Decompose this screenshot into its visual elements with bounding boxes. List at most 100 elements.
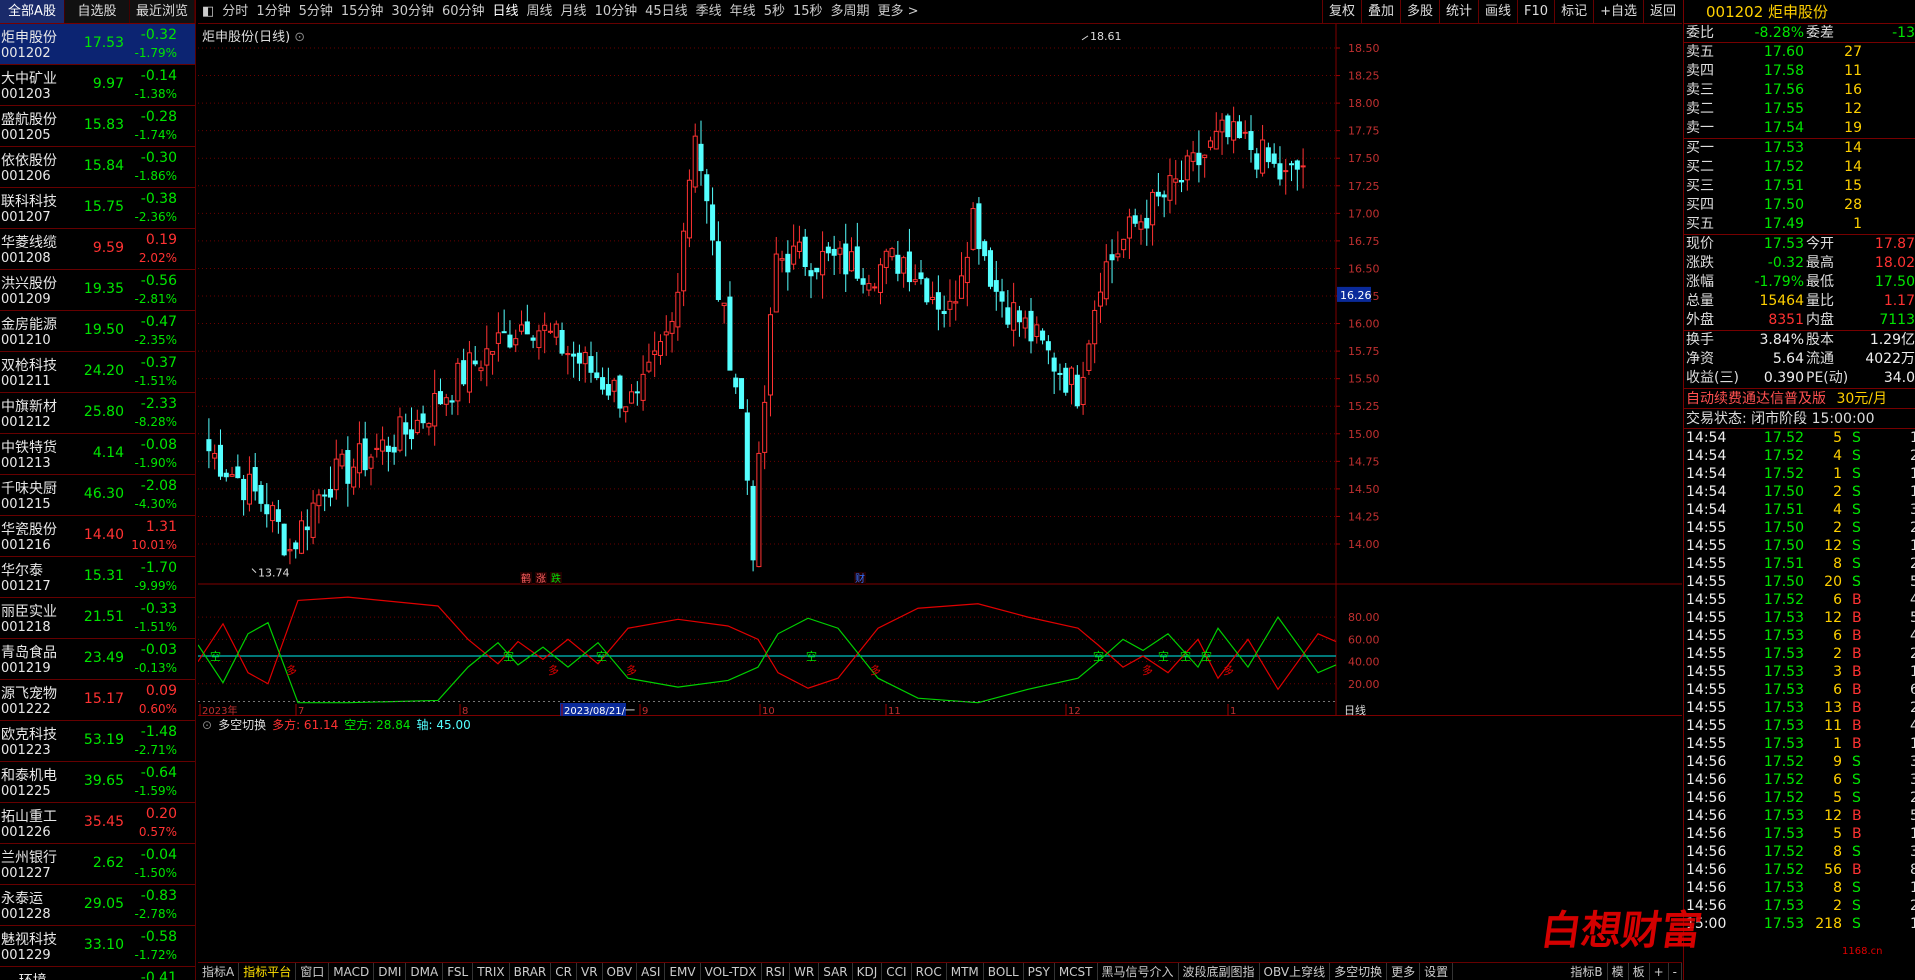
indicator-tab-21[interactable]: MTM <box>947 962 984 980</box>
toolbar-action-4[interactable]: 画线 <box>1478 0 1517 24</box>
tab-recent[interactable]: 最近浏览 <box>130 0 195 23</box>
indicator-tab-23[interactable]: PSY <box>1024 962 1055 980</box>
indicator-tab-6[interactable]: FSL <box>443 962 474 980</box>
stock-row[interactable]: 欧克科技 001223 53.19 -1.48 -2.71% <box>0 721 195 762</box>
period-11[interactable]: 季线 <box>692 0 726 24</box>
stock-row[interactable]: 双枪科技 001211 24.20 -0.37 -1.51% <box>0 352 195 393</box>
period-13[interactable]: 5秒 <box>760 0 789 24</box>
indicator-tab-12[interactable]: ASI <box>637 962 666 980</box>
bottom-right-3[interactable]: + <box>1650 962 1669 980</box>
stock-row[interactable]: 永泰运 001228 29.05 -0.83 -2.78% <box>0 885 195 926</box>
indicator-tab-5[interactable]: DMA <box>406 962 444 980</box>
kline-chart[interactable]: 炬申股份(日线) ⊙ 18.50 18.25 18.00 17.75 17.50 17.2… <box>198 24 1682 716</box>
candle-up <box>796 241 802 252</box>
bottom-right-4[interactable]: - <box>1669 962 1682 980</box>
period-10[interactable]: 45日线 <box>641 0 692 24</box>
indicator-tab-30[interactable]: 设置 <box>1420 962 1454 980</box>
indicator-tab-2[interactable]: 窗口 <box>296 962 330 980</box>
stock-row[interactable]: 华菱线缆 001208 9.59 0.19 2.02% <box>0 229 195 270</box>
stock-row[interactable]: 联科科技 001207 15.75 -0.38 -2.36% <box>0 188 195 229</box>
indicator-tab-28[interactable]: 多空切换 <box>1330 962 1388 980</box>
stock-row[interactable]: 兰州银行 001227 2.62 -0.04 -1.50% <box>0 844 195 885</box>
period-2[interactable]: 5分钟 <box>295 0 337 24</box>
tab-all-a-shares[interactable]: 全部A股 <box>0 0 65 23</box>
toolbar-action-5[interactable]: F10 <box>1517 0 1554 24</box>
stock-row[interactable]: ... 环境 -0.41 <box>0 967 195 980</box>
indicator-tab-20[interactable]: ROC <box>912 962 947 980</box>
stock-row[interactable]: 金房能源 001210 19.50 -0.47 -2.35% <box>0 311 195 352</box>
stock-row[interactable]: 华尔泰 001217 15.31 -1.70 -9.99% <box>0 557 195 598</box>
indicator-tab-22[interactable]: BOLL <box>984 962 1024 980</box>
indicator-tab-0[interactable]: 指标A <box>198 962 240 980</box>
period-9[interactable]: 10分钟 <box>591 0 642 24</box>
indicator-tab-29[interactable]: 更多 <box>1387 962 1421 980</box>
indicator-tab-26[interactable]: 波段底副图指 <box>1179 962 1260 980</box>
stock-row[interactable]: 中旗新材 001212 25.80 -2.33 -8.28% <box>0 393 195 434</box>
bottom-right-0[interactable]: 指标B <box>1566 962 1608 980</box>
indicator-tab-9[interactable]: CR <box>551 962 577 980</box>
stock-row[interactable]: 大中矿业 001203 9.97 -0.14 -1.38% <box>0 65 195 106</box>
toolbar-action-3[interactable]: 统计 <box>1439 0 1478 24</box>
indicator-tab-25[interactable]: 黑马信号介入 <box>1098 962 1179 980</box>
toolbar-action-6[interactable]: 标记 <box>1554 0 1593 24</box>
tab-watchlist[interactable]: 自选股 <box>65 0 130 23</box>
indicator-tab-14[interactable]: VOL-TDX <box>701 962 762 980</box>
period-15[interactable]: 多周期 <box>827 0 874 24</box>
indicator-tab-4[interactable]: DMI <box>374 962 407 980</box>
stock-row[interactable]: 丽臣实业 001218 21.51 -0.33 -1.51% <box>0 598 195 639</box>
period-14[interactable]: 15秒 <box>789 0 827 24</box>
indicator-tab-8[interactable]: BRAR <box>510 962 552 980</box>
stock-row[interactable]: 青岛食品 001219 23.49 -0.03 -0.13% <box>0 639 195 680</box>
period-0[interactable]: 分时 <box>218 0 252 24</box>
indicator-settings-icon[interactable]: ⊙ <box>202 716 212 734</box>
period-8[interactable]: 月线 <box>557 0 591 24</box>
stock-row[interactable]: 盛航股份 001205 15.83 -0.28 -1.74% <box>0 106 195 147</box>
indicator-tab-11[interactable]: OBV <box>603 962 638 980</box>
stock-row[interactable]: 和泰机电 001225 39.65 -0.64 -1.59% <box>0 762 195 803</box>
period-3[interactable]: 15分钟 <box>337 0 388 24</box>
indicator-tab-16[interactable]: WR <box>790 962 820 980</box>
toolbar-action-1[interactable]: 叠加 <box>1360 0 1400 24</box>
panel-toggle-icon[interactable]: ◧ <box>198 0 218 24</box>
period-6[interactable]: 日线 <box>489 0 523 24</box>
toolbar-action-2[interactable]: 多股 <box>1399 0 1439 24</box>
indicator-tab-27[interactable]: OBV上穿线 <box>1260 962 1331 980</box>
indicator-tab-15[interactable]: RSI <box>762 962 791 980</box>
stock-change: -0.38 <box>140 191 177 207</box>
bottom-right-1[interactable]: 模 <box>1608 962 1629 980</box>
toolbar-action-8[interactable]: 返回 <box>1642 0 1682 24</box>
indicator-tab-17[interactable]: SAR <box>819 962 853 980</box>
period-12[interactable]: 年线 <box>726 0 760 24</box>
period-7[interactable]: 周线 <box>523 0 557 24</box>
subscription-ad[interactable]: 自动续费通达信普及版 30元/月 <box>1684 389 1915 409</box>
period-4[interactable]: 30分钟 <box>387 0 438 24</box>
stock-row[interactable]: 千味央厨 001215 46.30 -2.08 -4.30% <box>0 475 195 516</box>
tick-volume: 13 <box>1824 700 1842 716</box>
stock-code: 001215 <box>1 497 51 512</box>
indicator-tab-19[interactable]: CCI <box>882 962 912 980</box>
toolbar-action-7[interactable]: +自选 <box>1593 0 1643 24</box>
stock-row[interactable]: 魅视科技 001229 33.10 -0.58 -1.72% <box>0 926 195 967</box>
stock-row[interactable]: 洪兴股份 001209 19.35 -0.56 -2.81% <box>0 270 195 311</box>
stock-row[interactable]: 炬申股份 001202 17.53 -0.32 -1.79% <box>0 24 195 65</box>
indicator-tab-7[interactable]: TRIX <box>473 962 510 980</box>
stock-row[interactable]: 源飞宠物 001222 15.17 0.09 0.60% <box>0 680 195 721</box>
toolbar-action-0[interactable]: 复权 <box>1321 0 1361 24</box>
period-5[interactable]: 60分钟 <box>438 0 489 24</box>
indicator-tab-18[interactable]: KDJ <box>853 962 883 980</box>
indicator-tab-24[interactable]: MCST <box>1055 962 1098 980</box>
indicator-tab-13[interactable]: EMV <box>665 962 701 980</box>
stock-row[interactable]: 华瓷股份 001216 14.40 1.31 10.01% <box>0 516 195 557</box>
stock-row[interactable]: 拓山重工 001226 35.45 0.20 0.57% <box>0 803 195 844</box>
stock-row[interactable]: 中铁特货 001213 4.14 -0.08 -1.90% <box>0 434 195 475</box>
period-16[interactable]: 更多 > <box>874 0 923 24</box>
candle-down <box>698 143 704 172</box>
stock-row[interactable]: 依依股份 001206 15.84 -0.30 -1.86% <box>0 147 195 188</box>
indicator-tab-3[interactable]: MACD <box>329 962 375 980</box>
indicator-tab-1[interactable]: 指标平台 <box>239 962 297 980</box>
candle-down <box>1248 131 1254 151</box>
quote-label: 涨幅 <box>1686 274 1714 290</box>
indicator-tab-10[interactable]: VR <box>577 962 603 980</box>
period-1[interactable]: 1分钟 <box>252 0 294 24</box>
bottom-right-2[interactable]: 板 <box>1629 962 1650 980</box>
